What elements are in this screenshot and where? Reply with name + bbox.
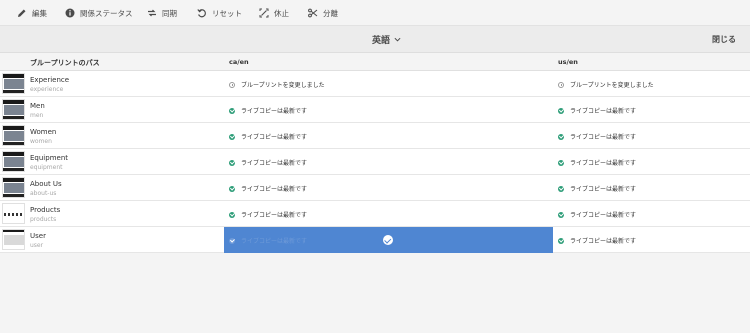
row-path: men xyxy=(30,112,44,119)
check-circle-icon xyxy=(229,133,235,140)
status-cell-ca-en[interactable]: ライブコピーは最新です xyxy=(229,158,307,167)
language-bar: 英語 閉じる xyxy=(0,26,750,53)
info-icon xyxy=(65,8,75,18)
check-circle-icon xyxy=(558,159,564,166)
table-row[interactable]: Women women ライブコピーは最新です ライブコピーは最新です xyxy=(0,123,750,149)
chevron-down-icon xyxy=(394,37,401,42)
selected-status-cell-ca-en[interactable]: ライブコピーは最新です xyxy=(224,227,553,253)
sync-button[interactable]: 同期 xyxy=(147,5,177,21)
close-button[interactable]: 閉じる xyxy=(712,34,736,45)
check-circle-icon xyxy=(558,133,564,140)
page-thumbnail xyxy=(2,203,25,224)
reset-button[interactable]: リセット xyxy=(197,5,242,21)
selection-check-icon xyxy=(383,235,393,245)
row-title: User xyxy=(30,232,46,240)
table-header: ブループリントのパス ca/en us/en xyxy=(0,53,750,71)
check-circle-icon xyxy=(558,211,564,218)
clock-icon xyxy=(229,81,235,88)
row-path: equipment xyxy=(30,164,63,171)
edit-button[interactable]: 編集 xyxy=(17,5,47,21)
status-cell-ca-en: ライブコピーは最新です xyxy=(229,236,307,245)
status-cell-us-en[interactable]: ライブコピーは最新です xyxy=(558,106,636,115)
page-thumbnail xyxy=(2,151,25,172)
page-thumbnail xyxy=(2,99,25,120)
check-circle-icon xyxy=(229,211,235,218)
pencil-icon xyxy=(18,9,26,17)
status-cell-ca-en[interactable]: ライブコピーは最新です xyxy=(229,184,307,193)
detach-icon xyxy=(308,8,318,18)
row-title: About Us xyxy=(30,180,62,188)
language-label: 英語 xyxy=(372,36,391,46)
sync-icon xyxy=(148,9,156,17)
table-row[interactable]: Products products ライブコピーは最新です ライブコピーは最新で… xyxy=(0,201,750,227)
status-cell-ca-en[interactable]: ライブコピーは最新です xyxy=(229,210,307,219)
row-path: women xyxy=(30,138,52,145)
column-header-ca-en: ca/en xyxy=(229,58,249,66)
check-circle-icon xyxy=(229,107,235,114)
row-path: experience xyxy=(30,86,64,93)
suspend-icon xyxy=(259,8,269,18)
row-path: about-us xyxy=(30,190,57,197)
status-cell-ca-en[interactable]: ブループリントを変更しました xyxy=(229,80,325,89)
status-cell-us-en[interactable]: ライブコピーは最新です xyxy=(558,158,636,167)
row-title: Men xyxy=(30,102,45,110)
table-row[interactable]: Men men ライブコピーは最新です ライブコピーは最新です xyxy=(0,97,750,123)
row-path: products xyxy=(30,216,57,223)
check-circle-icon xyxy=(558,185,564,192)
reset-icon xyxy=(197,9,206,18)
table-row[interactable]: About Us about-us ライブコピーは最新です ライブコピーは最新で… xyxy=(0,175,750,201)
page-thumbnail xyxy=(2,229,25,250)
check-circle-icon xyxy=(229,185,235,192)
check-circle-icon xyxy=(558,237,564,244)
status-cell-us-en[interactable]: ライブコピーは最新です xyxy=(558,236,636,245)
table-row[interactable]: User user ライブコピーは最新です ライブコピーは最新です xyxy=(0,227,750,253)
relationship-status-button[interactable]: 関係ステータス xyxy=(65,5,133,21)
status-cell-us-en[interactable]: ブループリントを変更しました xyxy=(558,80,654,89)
row-title: Experience xyxy=(30,76,70,84)
clock-icon xyxy=(558,81,564,88)
table-row[interactable]: Equipment equipment ライブコピーは最新です ライブコピーは最… xyxy=(0,149,750,175)
language-select[interactable]: 英語 xyxy=(372,33,401,46)
detach-button[interactable]: 分離 xyxy=(308,5,338,21)
row-title: Equipment xyxy=(30,154,68,162)
table-row[interactable]: Experience experience ブループリントを変更しました ブルー… xyxy=(0,71,750,97)
status-cell-us-en[interactable]: ライブコピーは最新です xyxy=(558,210,636,219)
page-thumbnail xyxy=(2,125,25,146)
page-thumbnail xyxy=(2,73,25,94)
check-circle-icon xyxy=(229,159,235,166)
status-cell-us-en[interactable]: ライブコピーは最新です xyxy=(558,184,636,193)
check-circle-icon xyxy=(229,237,235,244)
page-thumbnail xyxy=(2,177,25,198)
status-cell-ca-en[interactable]: ライブコピーは最新です xyxy=(229,106,307,115)
check-circle-icon xyxy=(558,107,564,114)
row-title: Products xyxy=(30,206,61,214)
row-title: Women xyxy=(30,128,57,136)
row-path: user xyxy=(30,242,44,249)
status-cell-us-en[interactable]: ライブコピーは最新です xyxy=(558,132,636,141)
suspend-button[interactable]: 休止 xyxy=(259,5,289,21)
livecopy-table: ブループリントのパス ca/en us/en Experience experi… xyxy=(0,53,750,253)
column-header-us-en: us/en xyxy=(558,58,578,66)
status-cell-ca-en[interactable]: ライブコピーは最新です xyxy=(229,132,307,141)
action-toolbar: 編集 関係ステータス 同期 リセット 休止 分離 xyxy=(0,0,750,26)
column-header-blueprint-path: ブループリントのパス xyxy=(30,59,100,67)
